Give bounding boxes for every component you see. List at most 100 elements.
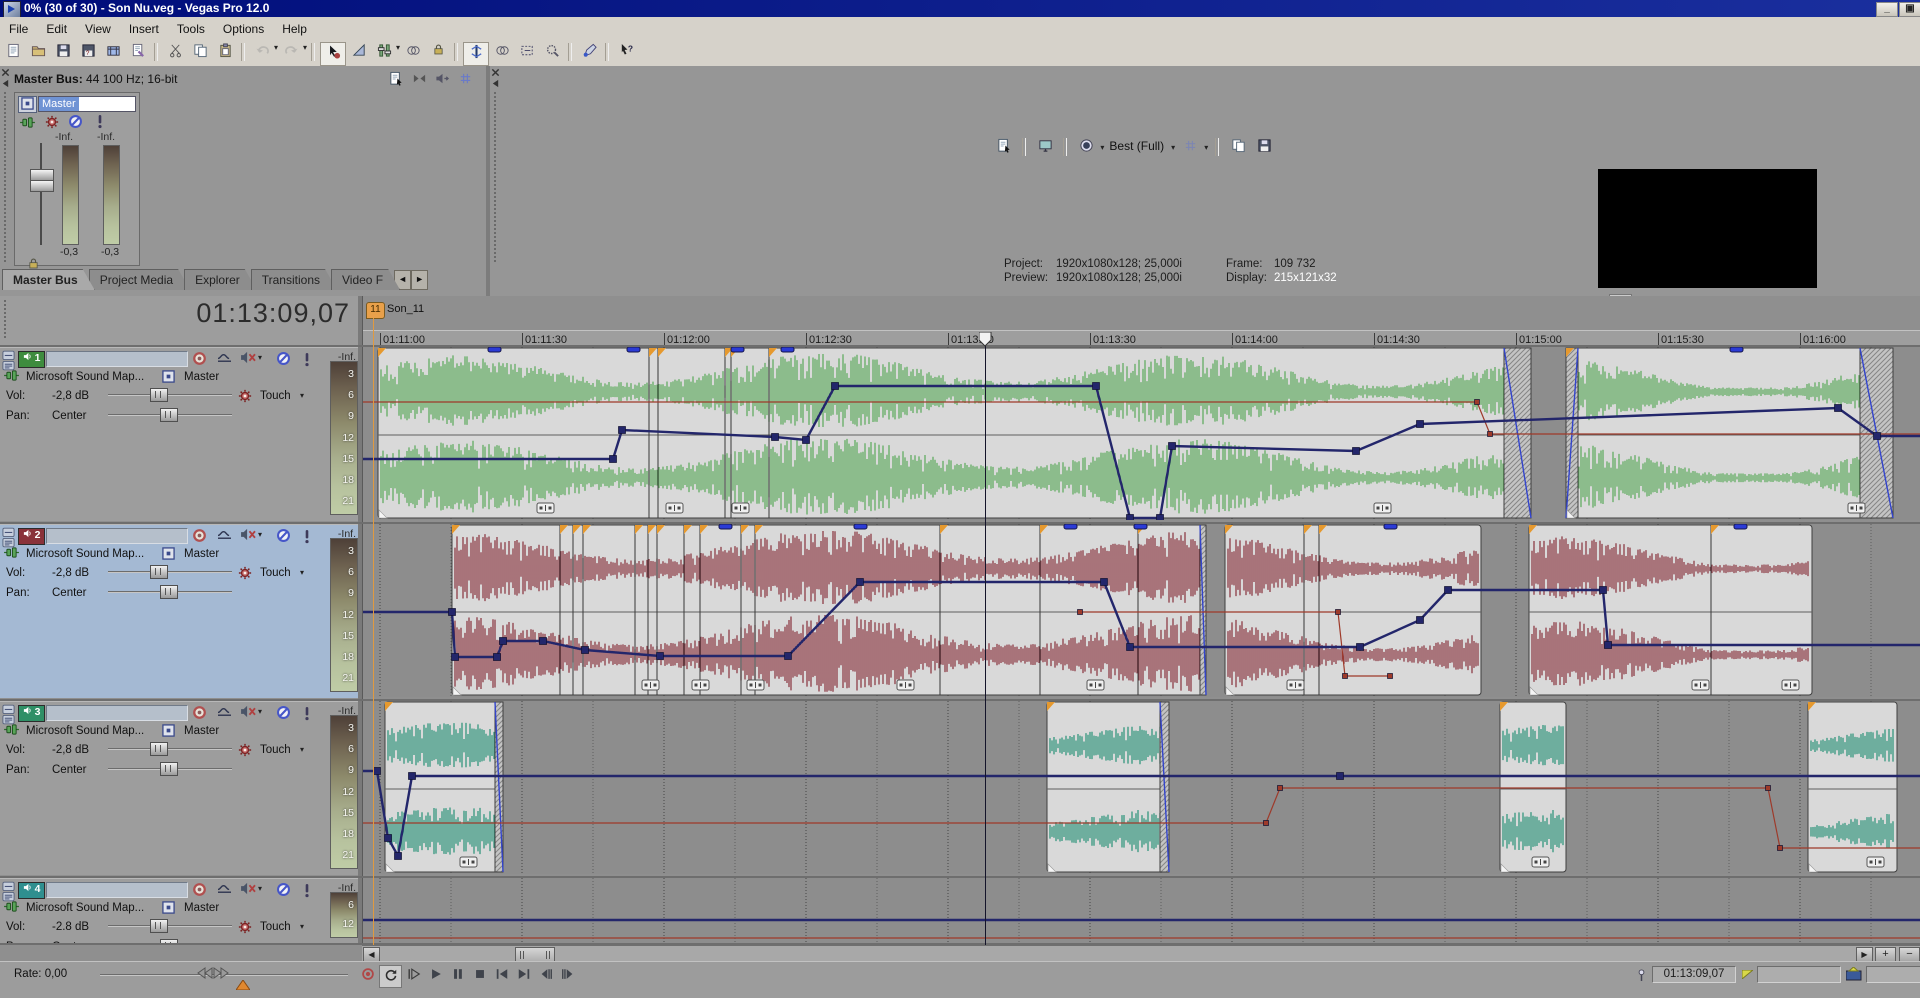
save-project-button[interactable]	[51, 42, 75, 64]
solo-button[interactable]	[276, 351, 291, 369]
volume-value[interactable]: -2,8 dB	[52, 567, 89, 579]
enable-snapping-button[interactable]	[463, 42, 489, 66]
overlay-dropdown-icon[interactable]: ▾	[1204, 143, 1208, 152]
title-bar[interactable]: 0% (30 of 30) - Son Nu.veg - Vegas Pro 1…	[0, 0, 1920, 17]
track-number-box[interactable]: 1	[18, 351, 45, 368]
save-snapshot-icon[interactable]	[1253, 137, 1275, 159]
volume-slider[interactable]	[108, 565, 232, 577]
volume-value[interactable]: -2,8 dB	[52, 390, 89, 402]
menu-file[interactable]: File	[0, 17, 37, 36]
mute-dropdown-icon[interactable]: ▾	[258, 884, 262, 893]
redo-button[interactable]	[279, 42, 303, 64]
external-monitor-icon[interactable]	[1034, 137, 1056, 159]
track-envelope-button[interactable]	[216, 882, 233, 898]
automation-dropdown-icon[interactable]: ▾	[300, 391, 304, 400]
track-name-field[interactable]	[46, 528, 188, 544]
preview-quality-value[interactable]: Best (Full)	[1107, 136, 1168, 153]
pan-slider[interactable]	[108, 585, 232, 597]
selection-end-field[interactable]	[1866, 966, 1920, 983]
undock-panel-icon[interactable]	[491, 79, 500, 88]
automation-gear-icon[interactable]	[238, 566, 252, 583]
track-header[interactable]: 3 ▾ -Inf. Microsoft Sound Map... Master …	[0, 701, 358, 875]
volume-slider[interactable]	[108, 742, 232, 754]
pan-slider[interactable]	[108, 762, 232, 774]
close-panel-icon[interactable]	[1, 68, 10, 77]
track-header[interactable]: 2 ▾ -Inf. Microsoft Sound Map... Master …	[0, 524, 358, 698]
paste-button[interactable]	[213, 42, 237, 64]
copy-snapshot-icon[interactable]	[1227, 137, 1249, 159]
tab-transitions[interactable]: Transitions	[251, 269, 337, 290]
mute-button[interactable]	[240, 882, 257, 898]
ignore-event-grouping-button[interactable]	[401, 42, 425, 64]
insert-fx-icon[interactable]	[17, 116, 38, 132]
track-number-box[interactable]: 4	[18, 882, 45, 899]
edit-details-button[interactable]	[126, 42, 150, 64]
minimize-button[interactable]: _	[1876, 2, 1898, 17]
step-back-button[interactable]	[535, 965, 556, 986]
arm-record-button[interactable]	[192, 882, 207, 900]
master-fader-thumb[interactable]	[30, 169, 52, 191]
track-lane-2[interactable]	[362, 524, 1920, 697]
zoom-edit-tool-button[interactable]	[540, 42, 564, 64]
bus-routing-button[interactable]	[162, 547, 175, 563]
pan-value[interactable]: Center	[52, 764, 87, 776]
phase-button[interactable]	[303, 706, 311, 724]
arm-record-button[interactable]	[192, 528, 207, 546]
bus-name[interactable]: Master	[184, 725, 219, 737]
whats-this-help-button[interactable]: ?	[614, 42, 638, 64]
automation-mode[interactable]: Touch	[260, 921, 291, 933]
phase-button[interactable]	[303, 352, 311, 370]
volume-value[interactable]: -2,8 dB	[52, 744, 89, 756]
step-forward-button[interactable]	[557, 965, 578, 986]
master-grid-icon[interactable]	[455, 71, 475, 88]
overlay-grid-icon[interactable]	[1179, 137, 1201, 159]
undo-button[interactable]	[250, 42, 274, 64]
selection-edit-tool-button[interactable]	[372, 42, 396, 64]
record-button[interactable]	[357, 965, 378, 986]
selection-edit-tool-dropdown-icon[interactable]: ▾	[396, 43, 400, 52]
device-name[interactable]: Microsoft Sound Map...	[26, 902, 144, 914]
paint-tool-button[interactable]	[577, 42, 601, 64]
timecode-display[interactable]: 01:13:09,07	[196, 298, 350, 329]
device-name[interactable]: Microsoft Sound Map...	[26, 725, 144, 737]
track-name-field[interactable]	[46, 882, 188, 898]
automation-mode[interactable]: Touch	[260, 744, 291, 756]
phase-button[interactable]	[303, 883, 311, 901]
tabs-scroll-right[interactable]: ►	[411, 270, 428, 290]
tab-explorer[interactable]: Explorer	[184, 269, 257, 290]
track-envelope-button[interactable]	[216, 351, 233, 367]
bus-properties-icon[interactable]	[386, 71, 406, 88]
panel-grip[interactable]	[494, 92, 496, 262]
master-route-button[interactable]	[18, 96, 37, 113]
menu-help[interactable]: Help	[273, 17, 316, 36]
track-lane-1[interactable]	[362, 347, 1920, 520]
mute-button[interactable]	[240, 528, 257, 544]
phase-icon[interactable]	[89, 114, 110, 132]
pan-value[interactable]: Center	[52, 410, 87, 422]
cut-button[interactable]	[163, 42, 187, 64]
close-panel-icon[interactable]	[491, 68, 500, 77]
pause-button[interactable]	[447, 965, 468, 986]
automation-mode[interactable]: Touch	[260, 567, 291, 579]
marker-tab[interactable]: 11	[366, 302, 385, 319]
mute-button[interactable]	[240, 705, 257, 721]
rate-slider-thumb[interactable]	[196, 966, 230, 980]
playhead-cursor-handle[interactable]	[979, 332, 993, 347]
playhead-line[interactable]	[985, 332, 986, 945]
track-lane-4[interactable]	[362, 878, 1920, 943]
auto-crossfades-button[interactable]	[490, 42, 514, 64]
downmix-output-icon[interactable]	[409, 71, 429, 88]
normal-edit-tool-button[interactable]	[320, 42, 346, 66]
automation-dropdown-icon[interactable]: ▾	[300, 745, 304, 754]
mute-dropdown-icon[interactable]: ▾	[258, 353, 262, 362]
mute-button[interactable]	[240, 351, 257, 367]
automation-mode[interactable]: Touch	[260, 390, 291, 402]
open-project-button[interactable]	[26, 42, 50, 64]
solo-button[interactable]	[276, 882, 291, 900]
preview-quality-icon[interactable]	[1075, 137, 1097, 159]
menu-edit[interactable]: Edit	[37, 17, 76, 36]
track-lane-3[interactable]	[362, 701, 1920, 874]
panel-grip[interactable]	[4, 300, 6, 338]
menu-insert[interactable]: Insert	[120, 17, 168, 36]
track-name-field[interactable]	[46, 351, 188, 367]
